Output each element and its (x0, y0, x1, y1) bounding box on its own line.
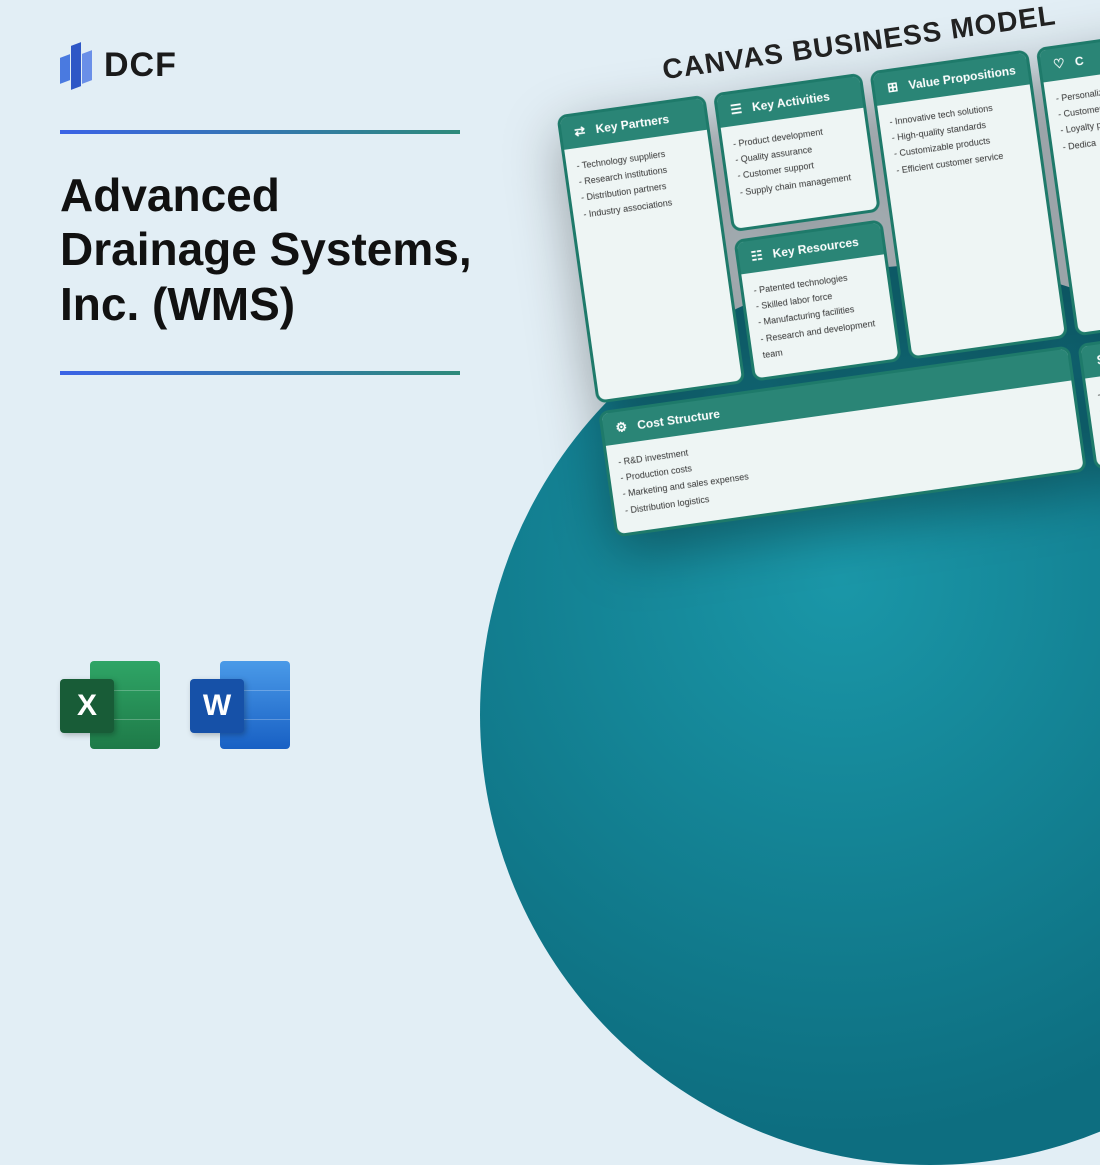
logo: DCF (60, 40, 480, 90)
excel-letter: X (60, 679, 114, 733)
cell-body: Technology suppliers Research institutio… (564, 130, 742, 401)
grid-icon: ⊞ (884, 78, 902, 96)
cell-label: C (1074, 54, 1085, 69)
cell-label: Key Activities (751, 89, 830, 114)
app-icons: X W (60, 655, 290, 755)
cell-label: Key Partners (595, 112, 670, 136)
cell-label: Key Resources (772, 235, 860, 261)
divider-bottom (60, 371, 460, 375)
divider-top (60, 130, 460, 134)
logo-mark-icon (60, 40, 94, 90)
canvas-key-resources: ☷ Key Resources Patented technologies Ski… (733, 219, 901, 381)
cell-body: Product development Quality assurance Cu… (721, 108, 878, 229)
canvas-key-partners: ⇄ Key Partners Technology suppliers Resea… (556, 95, 745, 404)
cell-body: Patented technologies Skilled labor forc… (741, 254, 898, 378)
money-icon: $ (1092, 351, 1100, 369)
heart-icon: ♡ (1050, 55, 1068, 73)
cell-body: Innovative tech solutions High-quality s… (877, 84, 1065, 356)
page-title: Advanced Drainage Systems, Inc. (WMS) (60, 168, 480, 331)
sliders-icon: ⚙ (612, 418, 630, 436)
canvas-mockup: CANVAS BUSINESS MODEL ⇄Key Partners Tech… (550, 0, 1100, 537)
word-icon: W (190, 655, 290, 755)
cell-label: Cost Structure (636, 407, 720, 432)
logo-text: DCF (104, 46, 177, 85)
link-icon: ⇄ (571, 122, 589, 140)
people-icon: ☰ (727, 100, 745, 118)
word-letter: W (190, 679, 244, 733)
canvas-key-activities: ☰ Key Activities Product development Qual… (713, 73, 881, 233)
database-icon: ☷ (748, 247, 766, 265)
canvas-value-propositions: ⊞Value Propositions Innovative tech solu… (869, 49, 1068, 359)
excel-icon: X (60, 655, 160, 755)
